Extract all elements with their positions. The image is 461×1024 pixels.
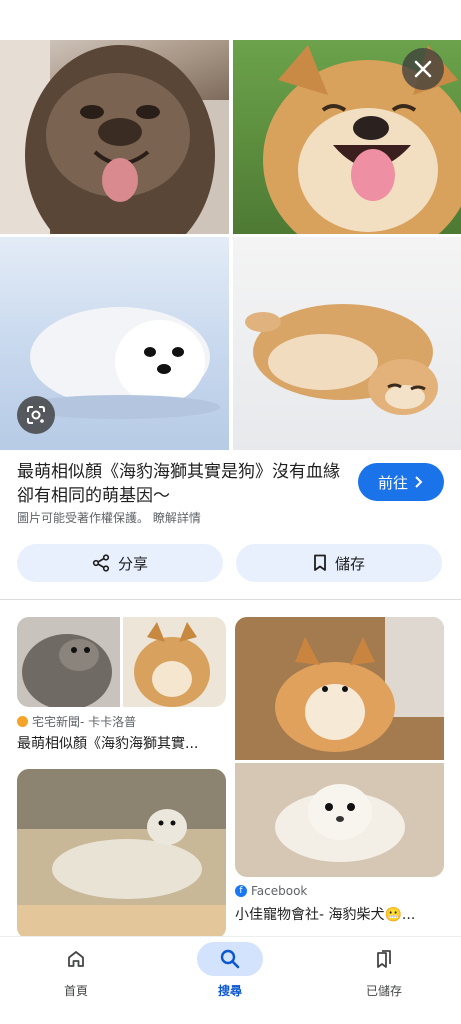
bookmark-icon [314, 554, 326, 571]
facebook-icon: f [235, 885, 247, 897]
nav-search-label: 搜尋 [217, 984, 242, 998]
nav-saved[interactable]: 已儲存 [314, 937, 454, 1024]
nav-saved-pill [351, 942, 417, 976]
result-thumbnail[interactable] [17, 769, 226, 939]
result-source: f Facebook [235, 884, 307, 898]
nav-home-label: 首頁 [63, 984, 88, 998]
close-button[interactable] [402, 48, 444, 90]
visit-button[interactable]: 前往 [358, 463, 444, 501]
site-favicon-icon [17, 716, 28, 727]
shiba-in-snow-image [233, 237, 461, 450]
save-label: 儲存 [334, 554, 365, 573]
result-source-label: Facebook [251, 884, 308, 898]
close-icon [414, 60, 432, 78]
bottom-navigation: 首頁 搜尋 已儲存 [0, 936, 461, 1024]
nav-search-pill [197, 942, 263, 976]
sea-lion-image [0, 40, 229, 234]
hero-image-collage[interactable] [0, 40, 461, 450]
share-button[interactable]: 分享 [17, 544, 223, 582]
result-thumbnail[interactable] [17, 617, 226, 707]
lens-icon [27, 406, 45, 424]
copyright-notice[interactable]: 圖片可能受著作權保護。 瞭解詳情 [17, 509, 201, 526]
nav-search[interactable]: 搜尋 [160, 937, 300, 1024]
saved-icon [377, 950, 391, 968]
save-button[interactable]: 儲存 [236, 544, 442, 582]
home-icon [68, 951, 84, 967]
search-icon [220, 949, 240, 969]
visit-button-label: 前往 [377, 473, 408, 492]
result-source-label: 宅宅新聞- 卡卡洛普 [32, 715, 137, 729]
result-title[interactable]: 最萌相似顏《海豹海獅其實... [17, 733, 226, 753]
lens-search-button[interactable] [17, 396, 55, 434]
nav-home[interactable]: 首頁 [6, 937, 146, 1024]
share-icon [92, 554, 110, 572]
chevron-right-icon [415, 476, 423, 488]
result-title[interactable]: 小佳寵物會社- 海豹柴犬😬... [235, 904, 444, 924]
result-title[interactable]: 最萌相似顏《海豹海獅其實是狗》沒有血緣卻有相同的萌基因〜 [17, 460, 347, 508]
share-label: 分享 [117, 554, 148, 573]
section-divider [0, 599, 461, 600]
result-source: 宅宅新聞- 卡卡洛普 [17, 713, 136, 730]
nav-saved-label: 已儲存 [365, 984, 402, 998]
result-thumbnail[interactable] [235, 617, 444, 877]
nav-home-pill [43, 942, 109, 976]
